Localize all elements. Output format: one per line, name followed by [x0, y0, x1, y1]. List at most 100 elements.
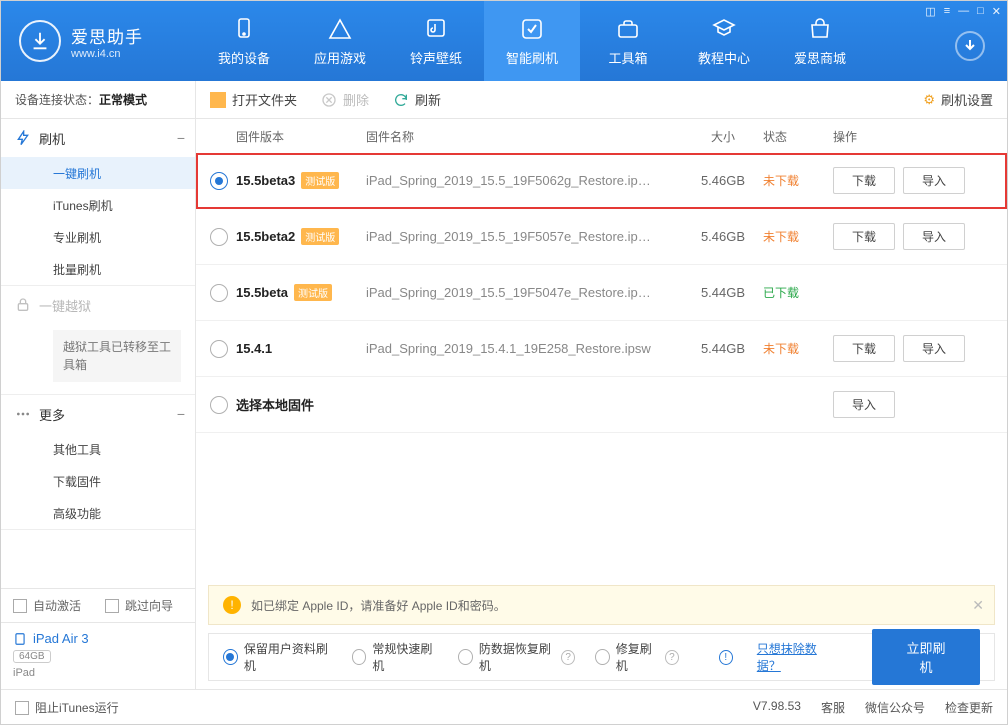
info-icon[interactable]: !	[719, 650, 733, 665]
firmware-version: 15.5beta	[236, 285, 288, 300]
table-header: 固件版本 固件名称 大小 状态 操作	[196, 119, 1007, 153]
import-button[interactable]: 导入	[903, 167, 965, 194]
check-update-link[interactable]: 检查更新	[945, 699, 993, 716]
beta-badge: 测试版	[301, 172, 339, 189]
sidebar: 设备连接状态：正常模式 刷机 − 一键刷机 iTunes刷机 专业刷机 批量刷机…	[1, 81, 196, 689]
nav-ringtones[interactable]: 铃声壁纸	[388, 1, 484, 81]
minimize-icon[interactable]: —	[958, 5, 969, 18]
firmware-row[interactable]: 选择本地固件导入	[196, 377, 1007, 433]
sidebar-group-more[interactable]: 更多 −	[1, 395, 195, 433]
nav-apps[interactable]: 应用游戏	[292, 1, 388, 81]
refresh-button[interactable]: 刷新	[393, 90, 441, 109]
app-name: 爱思助手	[71, 23, 143, 48]
help-icon[interactable]: ?	[665, 650, 679, 665]
firmware-size: 5.44GB	[683, 341, 763, 356]
sidebar-item-advanced[interactable]: 高级功能	[1, 497, 195, 529]
firmware-filename: iPad_Spring_2019_15.5_19F5062g_Restore.i…	[366, 173, 683, 188]
block-itunes-checkbox[interactable]	[15, 701, 29, 715]
nav-flash[interactable]: 智能刷机	[484, 1, 580, 81]
skip-guide-checkbox[interactable]	[105, 599, 119, 613]
firmware-status: 已下载	[763, 284, 833, 301]
mode-repair[interactable]: 修复刷机?	[595, 640, 679, 674]
nav-store[interactable]: 爱思商城	[772, 1, 868, 81]
flash-icon	[15, 130, 31, 146]
mode-anti-recovery[interactable]: 防数据恢复刷机?	[458, 640, 575, 674]
row-radio[interactable]	[210, 396, 228, 414]
nav-tutorials[interactable]: 教程中心	[676, 1, 772, 81]
firmware-table: 15.5beta3测试版iPad_Spring_2019_15.5_19F506…	[196, 153, 1007, 433]
refresh-icon	[393, 92, 409, 108]
radio-icon	[595, 649, 610, 665]
download-manager-icon[interactable]	[955, 31, 985, 61]
menu-icon[interactable]: ≡	[944, 5, 950, 18]
close-notice-icon[interactable]: ✕	[972, 597, 984, 614]
row-actions: 导入	[833, 391, 993, 418]
mode-keep-data[interactable]: 保留用户资料刷机	[223, 640, 332, 674]
support-link[interactable]: 客服	[821, 699, 845, 716]
sidebar-item-pro-flash[interactable]: 专业刷机	[1, 221, 195, 253]
sidebar-item-one-key-flash[interactable]: 一键刷机	[1, 157, 195, 189]
firmware-status: 未下载	[763, 340, 833, 357]
nav-my-device[interactable]: 我的设备	[196, 1, 292, 81]
maximize-icon[interactable]: □	[977, 5, 984, 18]
sidebar-item-batch-flash[interactable]: 批量刷机	[1, 253, 195, 285]
status-bar: 阻止iTunes运行 V7.98.53 客服 微信公众号 检查更新	[1, 689, 1007, 725]
nav-toolbox[interactable]: 工具箱	[580, 1, 676, 81]
connection-status: 设备连接状态：正常模式	[1, 81, 195, 119]
firmware-status: 未下载	[763, 172, 833, 189]
close-icon[interactable]: ✕	[992, 5, 1001, 18]
jailbreak-note: 越狱工具已转移至工具箱	[53, 330, 181, 382]
app-url: www.i4.cn	[71, 48, 143, 60]
row-radio[interactable]	[210, 228, 228, 246]
firmware-row[interactable]: 15.5beta2测试版iPad_Spring_2019_15.5_19F505…	[196, 209, 1007, 265]
row-actions: 下载导入	[833, 335, 993, 362]
device-model: iPad	[13, 667, 183, 679]
device-panel[interactable]: iPad Air 3 64GB iPad	[1, 622, 195, 689]
firmware-size: 5.46GB	[683, 173, 763, 188]
firmware-filename: iPad_Spring_2019_15.4.1_19E258_Restore.i…	[366, 341, 683, 356]
firmware-row[interactable]: 15.4.1 iPad_Spring_2019_15.4.1_19E258_Res…	[196, 321, 1007, 377]
help-icon[interactable]: ?	[561, 650, 575, 665]
row-radio[interactable]	[210, 172, 228, 190]
beta-badge: 测试版	[301, 228, 339, 245]
beta-badge: 测试版	[294, 284, 332, 301]
firmware-version: 15.4.1	[236, 341, 272, 356]
sidebar-item-itunes-flash[interactable]: iTunes刷机	[1, 189, 195, 221]
firmware-row[interactable]: 15.5beta3测试版iPad_Spring_2019_15.5_19F506…	[196, 153, 1007, 209]
gear-icon: ⚙	[923, 92, 935, 108]
mode-normal[interactable]: 常规快速刷机	[352, 640, 439, 674]
sidebar-item-download-firmware[interactable]: 下载固件	[1, 465, 195, 497]
toolbar: 打开文件夹 删除 刷新 ⚙刷机设置	[196, 81, 1007, 119]
radio-icon	[352, 649, 367, 665]
sidebar-group-flash[interactable]: 刷机 −	[1, 119, 195, 157]
sidebar-group-jailbreak[interactable]: 一键越狱	[1, 286, 195, 324]
firmware-filename: iPad_Spring_2019_15.5_19F5047e_Restore.i…	[366, 285, 683, 300]
app-header: 爱思助手 www.i4.cn 我的设备 应用游戏 铃声壁纸 智能刷机 工具箱 教…	[1, 1, 1007, 81]
row-radio[interactable]	[210, 340, 228, 358]
start-flash-button[interactable]: 立即刷机	[872, 629, 980, 685]
download-button[interactable]: 下载	[833, 335, 895, 362]
flash-settings-button[interactable]: ⚙刷机设置	[923, 90, 993, 109]
row-actions: 下载导入	[833, 223, 993, 250]
firmware-row[interactable]: 15.5beta 测试版 iPad_Spring_2019_15.5_19F5047…	[196, 265, 1007, 321]
wechat-link[interactable]: 微信公众号	[865, 699, 925, 716]
open-folder-button[interactable]: 打开文件夹	[210, 90, 297, 109]
apple-id-notice: ! 如已绑定 Apple ID，请准备好 Apple ID和密码。 ✕	[208, 585, 995, 625]
firmware-status: 未下载	[763, 228, 833, 245]
warning-icon: !	[223, 596, 241, 614]
radio-icon	[458, 649, 473, 665]
import-button[interactable]: 导入	[903, 223, 965, 250]
sidebar-item-other-tools[interactable]: 其他工具	[1, 433, 195, 465]
download-button[interactable]: 下载	[833, 167, 895, 194]
collapse-icon: −	[177, 406, 185, 422]
import-button[interactable]: 导入	[833, 391, 895, 418]
download-button[interactable]: 下载	[833, 223, 895, 250]
auto-activate-checkbox[interactable]	[13, 599, 27, 613]
content: 打开文件夹 删除 刷新 ⚙刷机设置 固件版本 固件名称 大小 状态 操作 15.…	[196, 81, 1007, 689]
device-capacity: 64GB	[13, 650, 51, 663]
skins-icon[interactable]: ◫	[925, 5, 935, 18]
erase-data-link[interactable]: 只想抹除数据？	[757, 640, 834, 674]
import-button[interactable]: 导入	[903, 335, 965, 362]
delete-button[interactable]: 删除	[321, 90, 369, 109]
row-radio[interactable]	[210, 284, 228, 302]
